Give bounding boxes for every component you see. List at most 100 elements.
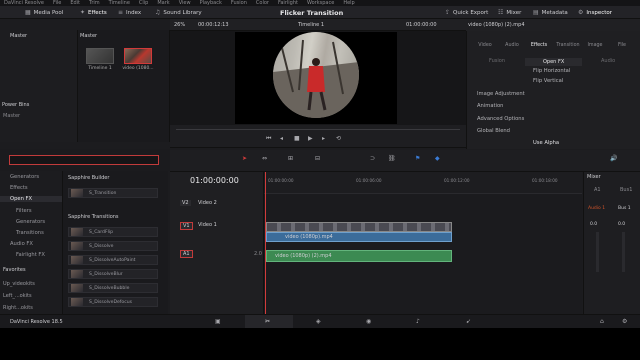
- lib-transitions[interactable]: Transitions: [16, 230, 44, 236]
- favorite-item[interactable]: Up_videokits: [3, 281, 35, 287]
- app-version: DaVinci Resolve 18.5: [10, 319, 63, 325]
- media-page-icon[interactable]: ▣: [215, 318, 221, 325]
- index-button[interactable]: ≡ Index: [118, 8, 141, 17]
- use-alpha-checkbox[interactable]: Use Alpha: [533, 140, 559, 146]
- inspector-button[interactable]: ⚙ Inspector: [578, 8, 612, 17]
- effects-icon: ✦: [80, 9, 86, 16]
- effect-thumb-icon: [71, 298, 83, 306]
- favorites-panel: Favorites Up_videokits Left_...okits Rig…: [0, 263, 62, 319]
- track-id[interactable]: V2: [180, 200, 191, 206]
- audio-clip[interactable]: video (1080p) (2).mp4: [266, 250, 452, 262]
- flag-icon[interactable]: ⚑: [415, 155, 420, 162]
- step-back-icon[interactable]: ◂: [280, 135, 283, 142]
- lib-openfx-generators[interactable]: Generators: [16, 219, 45, 225]
- track-id[interactable]: A1: [180, 250, 193, 258]
- inspector-header: video (1080p) (2).mp4: [466, 19, 640, 31]
- fairlight-page-icon[interactable]: ♪: [416, 318, 420, 325]
- first-frame-icon[interactable]: ⏮: [266, 135, 271, 143]
- track-name: Video 1: [198, 222, 217, 228]
- favorites-header: Favorites: [3, 267, 26, 273]
- settings-icon[interactable]: ⚙: [622, 318, 627, 325]
- fader-value: 0.0: [618, 222, 626, 227]
- audio-clip-label: video (1080p) (2).mp4: [275, 253, 332, 259]
- viewer-duration: 00:00:12:13: [198, 22, 229, 28]
- track-id[interactable]: V1: [180, 222, 193, 230]
- trim-tool-icon[interactable]: ⇔: [262, 155, 267, 162]
- tab-audio[interactable]: Audio: [499, 43, 525, 48]
- thumb-timeline[interactable]: [86, 48, 114, 64]
- loop-icon[interactable]: ⟲: [336, 135, 341, 142]
- zoom-level[interactable]: 26%: [174, 22, 185, 28]
- stop-icon[interactable]: ■: [294, 135, 300, 142]
- selection-tool-icon[interactable]: ➤: [242, 155, 247, 162]
- tab-effects[interactable]: Effects: [526, 43, 552, 48]
- sapphire-item[interactable]: S_Transition: [68, 188, 158, 198]
- lib-filters[interactable]: Filters: [16, 208, 32, 214]
- link-icon[interactable]: ⛓: [388, 155, 396, 162]
- sapphire-item[interactable]: S_DissolveAutoPaint: [68, 255, 158, 265]
- flip-vertical[interactable]: Flip Vertical: [533, 78, 563, 84]
- color-page-icon[interactable]: ◉: [366, 318, 371, 325]
- effect-thumb-icon: [71, 242, 83, 250]
- video-clip-thumbnails[interactable]: [266, 222, 452, 232]
- video-clip[interactable]: video (1080p).mp4: [266, 232, 452, 242]
- overwrite-icon[interactable]: ⊟: [315, 155, 320, 162]
- tab-transition[interactable]: Transition: [555, 43, 581, 48]
- home-icon[interactable]: ⌂: [600, 318, 604, 325]
- sapphire-item[interactable]: S_DissolveBubble: [68, 283, 158, 293]
- mixer-icon: ☷: [498, 9, 504, 16]
- timeline-name[interactable]: Timeline 1: [298, 22, 324, 28]
- marker-icon[interactable]: ◆: [435, 155, 440, 162]
- effects-library-tree: Generators Effects Open FX Filters Gener…: [0, 171, 62, 263]
- favorite-item[interactable]: Left_...okits: [3, 293, 32, 299]
- lib-audio-fx[interactable]: Audio FX: [10, 241, 33, 247]
- play-icon[interactable]: ▶: [308, 135, 313, 142]
- viewer-timecode: 01:00:00:00: [406, 22, 437, 28]
- power-bin-master[interactable]: Master: [3, 113, 20, 119]
- lib-fairlight-fx[interactable]: Fairlight FX: [16, 252, 45, 258]
- image-adjustment-section[interactable]: Image Adjustment: [477, 91, 525, 97]
- sapphire-item[interactable]: S_DissolveBlur: [68, 269, 158, 279]
- global-blend-section[interactable]: Global Blend: [477, 128, 510, 134]
- flip-horizontal[interactable]: Flip Horizontal: [533, 68, 570, 74]
- scrubber[interactable]: [176, 129, 460, 130]
- tab-video[interactable]: Video: [472, 43, 498, 48]
- volume-icon[interactable]: 🔊: [610, 155, 617, 162]
- sapphire-item[interactable]: S_CardFlip: [68, 227, 158, 237]
- snapping-icon[interactable]: ⊃: [370, 155, 375, 162]
- playhead[interactable]: [265, 172, 266, 314]
- bottom-margin: [0, 328, 640, 360]
- subtab-audio[interactable]: Audio: [601, 58, 615, 64]
- fader-bus1[interactable]: [622, 232, 625, 272]
- sapphire-item[interactable]: S_DissolveDefocus: [68, 297, 158, 307]
- sound-library-button[interactable]: ♫ Sound Library: [155, 8, 202, 17]
- tab-file[interactable]: File: [609, 43, 635, 48]
- subtab-openfx[interactable]: Open FX: [525, 58, 583, 66]
- favorite-item[interactable]: Right...okits: [3, 305, 33, 311]
- ruler-tick: 01:00:00:00: [268, 178, 294, 183]
- fader-a1[interactable]: [596, 232, 599, 272]
- deliver-page-icon[interactable]: ➹: [466, 318, 471, 325]
- fusion-page-icon[interactable]: ◈: [316, 318, 321, 325]
- metadata-button[interactable]: ▤ Metadata: [533, 8, 568, 17]
- lib-generators[interactable]: Generators: [10, 174, 39, 180]
- tab-image[interactable]: Image: [582, 43, 608, 48]
- step-forward-icon[interactable]: ▸: [322, 135, 325, 142]
- thumb-video[interactable]: [124, 48, 152, 64]
- animation-section[interactable]: Animation: [477, 103, 503, 109]
- track-headers: 01:00:00:00 V2 Video 2 V1 Video 1 A1 2.0: [170, 172, 264, 314]
- lib-effects[interactable]: Effects: [10, 185, 28, 191]
- effects-button[interactable]: ✦ Effects: [80, 8, 107, 17]
- sapphire-item[interactable]: S_Dissolve: [68, 241, 158, 251]
- bin-master[interactable]: Master: [10, 33, 27, 39]
- search-input[interactable]: [9, 155, 159, 165]
- mixer-button[interactable]: ☷ Mixer: [498, 8, 521, 17]
- media-pool-button[interactable]: ▦ Media Pool: [25, 8, 63, 17]
- quick-export-button[interactable]: ⇪ Quick Export: [445, 8, 488, 17]
- lib-openfx[interactable]: Open FX: [0, 196, 62, 202]
- subtab-fusion[interactable]: Fusion: [489, 58, 505, 64]
- timeline-ruler[interactable]: 01:00:00:00 01:00:06:00 01:00:12:00 01:0…: [264, 172, 582, 194]
- insert-icon[interactable]: ⊞: [288, 155, 293, 162]
- sound-library-label: Sound Library: [163, 9, 202, 16]
- advanced-options-section[interactable]: Advanced Options: [477, 116, 524, 122]
